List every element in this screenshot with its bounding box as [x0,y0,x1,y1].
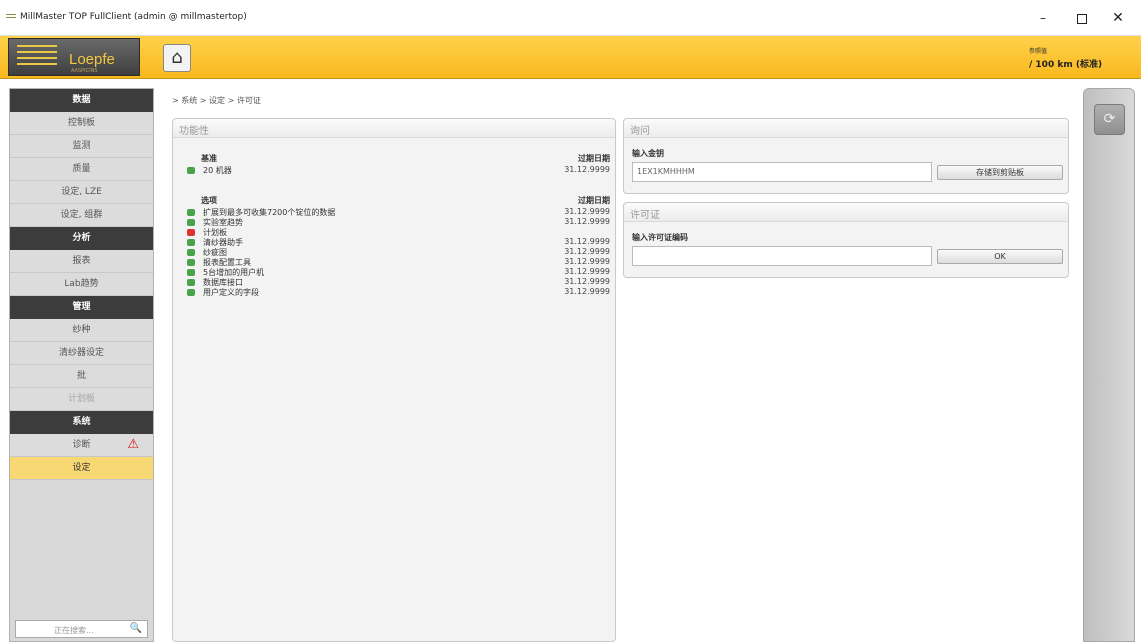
maximize-icon [1077,13,1087,24]
feature-row: 5台增加的用户机 31.12.9999 [185,267,610,277]
license-code-input[interactable] [632,246,932,266]
copy-to-clipboard-button[interactable]: 存储到剪贴板 [937,165,1063,180]
sidebar-section-data[interactable]: 数据 [10,89,153,112]
status-green-icon [187,289,195,296]
reference-value: 参照值 / 100 km (标准) [1029,46,1102,70]
feature-expiry: 31.12.9999 [564,287,610,296]
right-toolbar: ⟳ [1083,88,1135,642]
status-red-icon [187,229,195,236]
app-header: Loepfe AASPICINS ⌂ 参照值 / 100 km (标准) [0,36,1141,79]
window-titlebar: MillMaster TOP FullClient (admin @ millm… [0,0,1141,36]
status-green-icon [187,259,195,266]
status-green-icon [187,249,195,256]
sidebar: 数据 控制板 监测 质量 设定, LZE 设定, 组群 分析 报表 Lab趋势 … [9,88,154,642]
ok-button[interactable]: OK [937,249,1063,264]
feature-expiry: 31.12.9999 [564,217,610,226]
feature-row: 实验室趋势 31.12.9999 [185,217,610,227]
maximize-button[interactable] [1064,6,1100,30]
sidebar-item-lot[interactable]: 批 [10,365,153,388]
sidebar-item-dashboard[interactable]: 控制板 [10,112,153,135]
license-panel: 许可证 输入许可证编码 OK [623,202,1069,278]
feature-row: 纱疵图 31.12.9999 [185,247,610,257]
feature-expiry: 31.12.9999 [564,277,610,286]
base-header-label: 基准 [201,154,217,163]
feature-name: 20 机器 [203,166,232,175]
search-input[interactable]: 正在搜索... 🔍 [15,620,148,638]
feature-row: 扩展到最多可收集7200个锭位的数据 31.12.9999 [185,207,610,217]
sidebar-item-settings-group[interactable]: 设定, 组群 [10,204,153,227]
status-green-icon [187,239,195,246]
close-button[interactable]: ✕ [1100,6,1136,30]
sidebar-item-quality[interactable]: 质量 [10,158,153,181]
sidebar-section-management[interactable]: 管理 [10,296,153,319]
options-expiry-label: 过期日期 [578,196,610,205]
feature-row: 数据库接口 31.12.9999 [185,277,610,287]
home-icon: ⌂ [171,47,183,68]
feature-name: 用户定义的字段 [203,288,259,297]
logo-text: Loepfe [69,51,115,68]
feature-row: 20 机器 31.12.9999 [185,165,610,175]
loepfe-logo: Loepfe AASPICINS [8,38,140,76]
warning-icon: ⚠ [127,437,139,452]
sidebar-item-monitor[interactable]: 监测 [10,135,153,158]
feature-row: 用户定义的字段 31.12.9999 [185,287,610,297]
status-green-icon [187,219,195,226]
logo-lines-icon [17,45,57,71]
sidebar-item-lab-trend[interactable]: Lab趋势 [10,273,153,296]
functionality-title: 功能性 [173,119,615,138]
reference-label: 参照值 [1029,48,1048,55]
license-code-label: 输入许可证编码 [632,233,688,242]
key-field[interactable]: 1EX1KMHHHM [632,162,932,182]
options-group-header: 选项 过期日期 [185,195,610,207]
query-title: 询问 [624,119,1068,138]
feature-expiry: 31.12.9999 [564,237,610,246]
feature-expiry: 31.12.9999 [564,247,610,256]
home-button[interactable]: ⌂ [163,44,191,72]
status-green-icon [187,269,195,276]
reference-unit: / 100 km (标准) [1029,60,1103,70]
options-group: 选项 过期日期 扩展到最多可收集7200个锭位的数据 31.12.9999 实验… [185,195,610,297]
status-green-icon [187,209,195,216]
feature-expiry: 31.12.9999 [564,165,610,174]
logo-subtext: AASPICINS [71,68,98,74]
functionality-panel: 功能性 基准 过期日期 20 机器 31.12.9999 选项 过期日期 扩展到… [172,118,616,642]
sidebar-item-yarn-type[interactable]: 纱种 [10,319,153,342]
refresh-icon: ⟳ [1103,111,1116,127]
status-green-icon [187,167,195,174]
sidebar-item-planning-board: 计划板 [10,388,153,411]
sidebar-section-system[interactable]: 系统 [10,411,153,434]
feature-row: 计划板 [185,227,610,237]
sidebar-item-label: 诊断 [72,440,91,450]
key-label: 输入金钥 [632,149,664,158]
search-icon: 🔍 [129,623,142,634]
feature-expiry: 31.12.9999 [564,257,610,266]
sidebar-item-clearer-settings[interactable]: 清纱器设定 [10,342,153,365]
feature-expiry: 31.12.9999 [564,267,610,276]
refresh-button[interactable]: ⟳ [1094,104,1125,135]
query-panel: 询问 输入金钥 1EX1KMHHHM 存储到剪贴板 [623,118,1069,194]
sidebar-item-settings[interactable]: 设定 [10,457,153,480]
minimize-button[interactable]: – [1025,6,1061,30]
window-title: MillMaster TOP FullClient (admin @ millm… [20,12,247,22]
feature-row: 报表配置工具 31.12.9999 [185,257,610,267]
options-header-label: 选项 [201,196,217,205]
sidebar-item-settings-lze[interactable]: 设定, LZE [10,181,153,204]
feature-row: 清纱器助手 31.12.9999 [185,237,610,247]
base-group-header: 基准 过期日期 [185,153,610,165]
sidebar-section-analysis[interactable]: 分析 [10,227,153,250]
license-title: 许可证 [624,203,1068,222]
app-icon [6,14,16,21]
search-placeholder: 正在搜索... [54,626,94,635]
breadcrumb: > 系统 > 设定 > 许可证 [172,96,261,105]
base-group: 基准 过期日期 20 机器 31.12.9999 [185,153,610,175]
status-green-icon [187,279,195,286]
feature-expiry: 31.12.9999 [564,207,610,216]
sidebar-item-reports[interactable]: 报表 [10,250,153,273]
sidebar-item-diagnosis[interactable]: 诊断 ⚠ [10,434,153,457]
base-expiry-label: 过期日期 [578,154,610,163]
